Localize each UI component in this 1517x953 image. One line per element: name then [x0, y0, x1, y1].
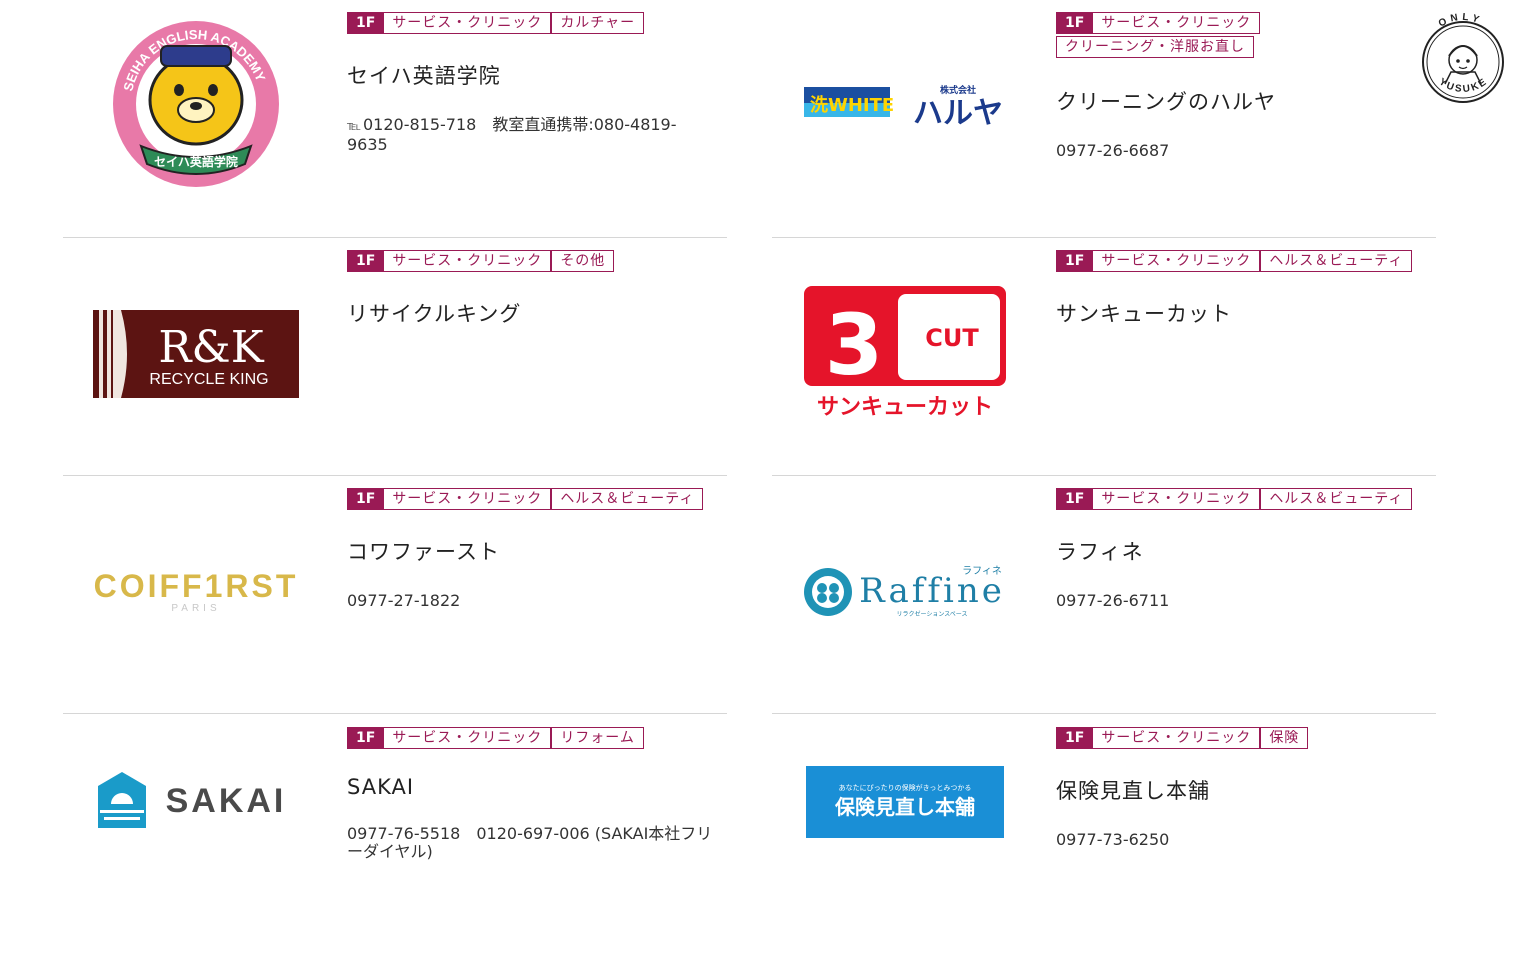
sakai-logo-image: SAKAI	[97, 772, 286, 828]
category-tag[interactable]: サービス・クリニック	[1093, 12, 1261, 34]
raffine-logo-image: Raffine ラフィネ リラクゼーションスペース	[803, 565, 1005, 618]
q3-kana: サンキューカット	[816, 395, 992, 420]
shop-tel: 0977-26-6711	[1056, 591, 1170, 610]
free-dial-icon: ℡	[347, 119, 361, 134]
tag-list: 1F サービス・クリニック カルチャー	[347, 12, 717, 34]
category-tag[interactable]: その他	[551, 250, 615, 272]
shop-card[interactable]: SEIHA ENGLISH ACADEMY セイハ英語学院 1F サービス・クリ…	[63, 0, 727, 238]
q3-num: 3	[824, 296, 882, 394]
recycle-king-logo[interactable]: R&K RECYCLE KING	[63, 250, 328, 458]
category-tag[interactable]: サービス・クリニック	[1093, 488, 1261, 510]
shop-name[interactable]: コワファースト	[347, 536, 717, 566]
hoken-small: あなたにぴったりの保険がきっとみつかる	[838, 783, 971, 792]
tag-list: 1F サービス・クリニック その他	[347, 250, 717, 272]
sakai-text: SAKAI	[165, 782, 286, 820]
only-yusuke-badge[interactable]: ONLY YUSUKE	[1415, 6, 1511, 112]
tag-list: 1F サービス・クリニック クリーニング・洋服お直し	[1056, 12, 1426, 58]
category-tag[interactable]: サービス・クリニック	[384, 12, 552, 34]
category-tag[interactable]: ヘルス＆ビューティ	[1260, 488, 1413, 510]
haruya-name: ハルヤ	[913, 96, 1003, 129]
shop-card[interactable]: あなたにぴったりの保険がきっとみつかる 保険見直し本舗 1F サービス・クリニッ…	[772, 715, 1436, 953]
haruya-logo-image: 洗WHITE 株式会社 ハルヤ	[803, 84, 1003, 129]
hoken-main: 保険見直し本舗	[834, 795, 975, 819]
shop-tel-text: 0120-815-718 教室直通携帯:080-4819-9635	[347, 115, 677, 154]
sakai-logo[interactable]: SAKAI	[63, 727, 328, 877]
category-tag[interactable]: カルチャー	[551, 12, 645, 34]
category-tag[interactable]: サービス・クリニック	[384, 250, 552, 272]
shop-name[interactable]: リサイクルキング	[347, 298, 717, 328]
shop-tel: 0977-76-5518 0120-697-006 (SAKAI本社フリーダイヤ…	[347, 824, 713, 861]
only-yusuke-image: ONLY YUSUKE	[1422, 12, 1504, 103]
divider	[772, 713, 1436, 714]
category-tag[interactable]: サービス・クリニック	[1093, 727, 1261, 749]
tag-list: 1F サービス・クリニック ヘルス＆ビューティ	[347, 488, 717, 510]
shop-tel: 0977-27-1822	[347, 591, 461, 610]
floor-badge: 1F	[1056, 488, 1094, 510]
coiffirst-sub: PARIS	[171, 603, 220, 614]
coiffirst-text: COIFF1RST	[93, 568, 298, 604]
3q-cut-logo[interactable]: 3 CUT サンキューカット	[772, 250, 1037, 458]
3q-cut-logo-image: 3 CUT サンキューカット	[803, 286, 1006, 420]
raffine-kana: ラフィネ	[962, 565, 1002, 577]
raffine-text: Raffine	[859, 571, 1005, 611]
shop-tel: ℡ 0120-815-718 教室直通携帯:080-4819-9635	[347, 116, 717, 154]
shop-card[interactable]: 3 CUT サンキューカット 1F サービス・クリニック ヘルス＆ビューティ サ…	[772, 238, 1436, 476]
floor-badge: 1F	[347, 12, 385, 34]
floor-badge: 1F	[1056, 727, 1094, 749]
category-tag[interactable]: リフォーム	[551, 727, 644, 749]
rk-sub: RECYCLE KING	[149, 371, 268, 388]
haruya-logo[interactable]: 洗WHITE 株式会社 ハルヤ	[772, 0, 1037, 208]
coiffirst-logo[interactable]: COIFF1RST PARIS	[63, 488, 328, 696]
seiha-logo-image: SEIHA ENGLISH ACADEMY セイハ英語学院	[112, 21, 279, 187]
category-tag[interactable]: ヘルス＆ビューティ	[1260, 250, 1413, 272]
shop-grid: SEIHA ENGLISH ACADEMY セイハ英語学院 1F サービス・クリ…	[0, 0, 1517, 876]
tag-list: 1F サービス・クリニック ヘルス＆ビューティ	[1056, 250, 1426, 272]
floor-badge: 1F	[347, 727, 385, 749]
divider	[63, 713, 727, 714]
floor-badge: 1F	[1056, 12, 1094, 34]
raffine-logo[interactable]: Raffine ラフィネ リラクゼーションスペース	[772, 488, 1037, 696]
category-tag[interactable]: ヘルス＆ビューティ	[551, 488, 704, 510]
shop-card[interactable]: R&K RECYCLE KING 1F サービス・クリニック その他 リサイクル…	[63, 238, 727, 476]
hoken-logo[interactable]: あなたにぴったりの保険がきっとみつかる 保険見直し本舗	[772, 727, 1037, 877]
tag-list: 1F サービス・クリニック 保険	[1056, 727, 1426, 749]
floor-badge: 1F	[347, 488, 385, 510]
haruya-co: 株式会社	[939, 84, 975, 96]
rk-name: R&K	[158, 322, 264, 373]
shop-tel: 0977-73-6250	[1056, 830, 1170, 849]
tag-list: 1F サービス・クリニック リフォーム	[347, 727, 717, 749]
category-tag[interactable]: サービス・クリニック	[384, 488, 552, 510]
recycle-king-logo-image: R&K RECYCLE KING	[92, 310, 299, 398]
category-tag[interactable]: 保険	[1260, 727, 1309, 749]
shop-name[interactable]: SAKAI	[347, 775, 717, 799]
shop-tel: 0977-26-6687	[1056, 141, 1170, 160]
shop-card[interactable]: 洗WHITE 株式会社 ハルヤ 1F サービス・クリニック クリーニング・洋服お…	[772, 0, 1436, 238]
tag-list: 1F サービス・クリニック ヘルス＆ビューティ	[1056, 488, 1426, 510]
seiha-logo[interactable]: SEIHA ENGLISH ACADEMY セイハ英語学院	[63, 0, 328, 208]
shop-name[interactable]: サンキューカット	[1056, 298, 1426, 328]
shop-name[interactable]: 保険見直し本舗	[1056, 775, 1426, 805]
category-tag[interactable]: クリーニング・洋服お直し	[1056, 36, 1254, 58]
floor-badge: 1F	[347, 250, 385, 272]
q3-cut: CUT	[925, 324, 979, 352]
hoken-logo-image: あなたにぴったりの保険がきっとみつかる 保険見直し本舗	[805, 766, 1004, 838]
shop-name[interactable]: セイハ英語学院	[347, 60, 717, 90]
shop-name[interactable]: ラフィネ	[1056, 536, 1426, 566]
shop-name[interactable]: クリーニングのハルヤ	[1056, 86, 1426, 116]
raffine-sub: リラクゼーションスペース	[896, 610, 967, 618]
shop-card[interactable]: SAKAI 1F サービス・クリニック リフォーム SAKAI 0977-76-…	[63, 715, 727, 953]
coiffirst-logo-image: COIFF1RST PARIS	[93, 568, 298, 614]
shop-card[interactable]: COIFF1RST PARIS 1F サービス・クリニック ヘルス＆ビューティ …	[63, 476, 727, 714]
shop-card[interactable]: Raffine ラフィネ リラクゼーションスペース 1F サービス・クリニック …	[772, 476, 1436, 714]
category-tag[interactable]: サービス・クリニック	[384, 727, 552, 749]
category-tag[interactable]: サービス・クリニック	[1093, 250, 1261, 272]
seiha-banner: セイハ英語学院	[154, 154, 238, 169]
floor-badge: 1F	[1056, 250, 1094, 272]
haruya-white: 洗WHITE	[810, 94, 894, 116]
